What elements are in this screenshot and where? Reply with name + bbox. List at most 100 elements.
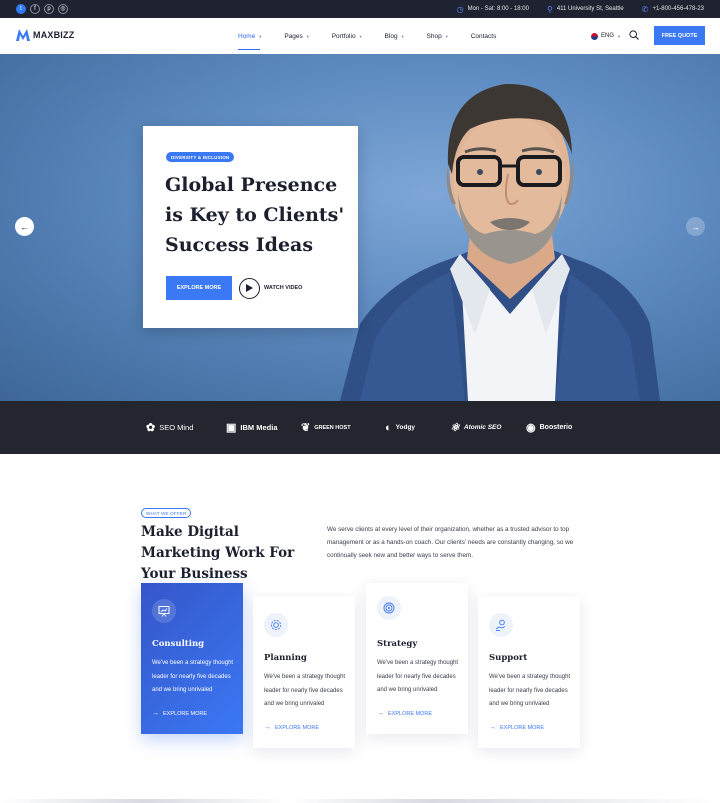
address-info: ⚲ 411 University St, Seattle (547, 5, 624, 14)
language-label: ENG (601, 33, 615, 39)
instagram-icon[interactable]: ◎ (58, 4, 68, 14)
green-host-icon: ❦ (301, 422, 311, 434)
gear-cycle-icon (264, 613, 288, 637)
hours-text: Mon - Sat: 8:00 - 18:00 (467, 6, 529, 12)
phone-info[interactable]: ✆ +1-800-456-478-23 (642, 5, 704, 14)
section-tag: WHAT WE OFFER (141, 508, 192, 518)
brand-ibm-media: ▣ IBM Media (226, 401, 278, 454)
pinterest-icon[interactable]: p (44, 4, 54, 14)
nav-item-label: Blog (384, 32, 398, 40)
nav-item-label: Contacts (470, 32, 497, 40)
hours-info: ◷ Mon - Sat: 8:00 - 18:00 (457, 5, 529, 14)
card-text: We've been a strategy thought leader for… (264, 674, 346, 707)
chevron-down-icon: ▼ (358, 33, 363, 39)
brand-atomic-seo: ⚛ Atomic SEO (450, 401, 501, 454)
phone-text[interactable]: +1-800-456-478-23 (652, 6, 704, 12)
card-explore-more-link[interactable]: → EXPLORE MORE (264, 724, 319, 731)
nav-item-contacts[interactable]: Contacts (471, 18, 497, 54)
social-links: t f p ◎ (16, 4, 68, 14)
main-nav: MAXBIZZ Home ▼ Pages ▼ Portfolio ▼ Blog … (0, 18, 720, 54)
language-selector[interactable]: ENG ▼ (591, 18, 621, 54)
partner-logos-strip: ✿ SEO Mind ▣ IBM Media ❦ GREEN HOST ◐ Yo… (0, 401, 720, 454)
logo[interactable]: MAXBIZZ (16, 29, 74, 41)
free-quote-button[interactable]: FREE QUOTE (654, 26, 705, 45)
watch-video-label: WATCH VIDEO (264, 285, 303, 291)
ibm-media-icon: ▣ (226, 422, 237, 434)
section-divider (0, 799, 720, 803)
location-pin-icon: ⚲ (546, 4, 553, 14)
card-link-label: EXPLORE MORE (275, 724, 320, 731)
page: t f p ◎ ◷ Mon - Sat: 8:00 - 18:00 ⚲ 411 … (0, 0, 720, 803)
nav-item-label: Pages (284, 32, 303, 40)
brand-yodgy: ◐ Yodgy (385, 401, 415, 454)
card-title: Support (489, 653, 528, 663)
logo-icon (16, 29, 30, 41)
nav-item-home[interactable]: Home ▼ (238, 18, 262, 54)
card-text: We've been a strategy thought leader for… (489, 674, 571, 707)
service-card-planning[interactable]: Planning We've been a strategy thought l… (253, 597, 355, 748)
logo-text: MAXBIZZ (33, 30, 75, 40)
brand-name: Boosterio (539, 424, 573, 431)
nav-item-label: Shop (426, 32, 442, 40)
contact-info: ◷ Mon - Sat: 8:00 - 18:00 ⚲ 411 Universi… (457, 5, 704, 14)
hand-money-icon (489, 613, 513, 637)
card-explore-more-link[interactable]: → EXPLORE MORE (489, 724, 544, 731)
hero-card: DIVERSITY & INCLUSION Global Presence is… (143, 126, 358, 328)
hero-explore-more-button[interactable]: EXPLORE MORE (166, 276, 232, 300)
arrow-right-icon: → (264, 724, 271, 731)
next-slide-arrow-icon[interactable]: → (686, 217, 705, 236)
card-link-label: EXPLORE MORE (388, 710, 433, 717)
card-link-label: EXPLORE MORE (163, 710, 208, 717)
chevron-down-icon: ▼ (305, 33, 310, 39)
brand-boosterio: ◉ Boosterio (526, 401, 572, 454)
address-text: 411 University St, Seattle (556, 6, 624, 12)
top-bar: t f p ◎ ◷ Mon - Sat: 8:00 - 18:00 ⚲ 411 … (0, 0, 720, 18)
yodgy-icon: ◐ (385, 421, 392, 434)
service-card-consulting[interactable]: Consulting We've been a strategy thought… (141, 583, 243, 734)
service-card-support[interactable]: Support We've been a strategy thought le… (478, 597, 580, 748)
hero-slider: ← → DIVERSITY & INCLUSION Global Presenc… (0, 54, 720, 401)
card-text: We've been a strategy thought leader for… (152, 660, 234, 693)
section-description: We serve clients at every level of their… (327, 526, 574, 560)
nav-menu: Home ▼ Pages ▼ Portfolio ▼ Blog ▼ Shop ▼… (238, 18, 496, 54)
brand-seo-mind: ✿ SEO Mind (146, 401, 193, 454)
card-title: Strategy (377, 639, 418, 649)
brand-name: GREEN HOST (314, 424, 351, 431)
brand-name: Yodgy (395, 424, 416, 431)
brand-name: SEO Mind (159, 423, 194, 432)
card-explore-more-link[interactable]: → EXPLORE MORE (377, 710, 432, 717)
seo-mind-icon: ✿ (146, 422, 156, 434)
brand-green-host: ❦ GREEN HOST (301, 401, 351, 454)
clock-icon: ◷ (456, 4, 464, 14)
card-title: Consulting (152, 639, 205, 649)
twitter-icon[interactable]: t (16, 4, 26, 14)
nav-item-pages[interactable]: Pages ▼ (284, 18, 309, 54)
service-card-strategy[interactable]: Strategy We've been a strategy thought l… (366, 583, 468, 734)
arrow-right-icon: → (152, 710, 159, 717)
atomic-seo-icon: ⚛ (450, 422, 460, 434)
arrow-right-icon: → (489, 724, 496, 731)
arrow-right-icon: → (377, 710, 384, 717)
card-explore-more-link[interactable]: → EXPLORE MORE (152, 710, 207, 717)
card-title: Planning (264, 653, 307, 663)
nav-item-portfolio[interactable]: Portfolio ▼ (332, 18, 363, 54)
chevron-down-icon: ▼ (617, 33, 621, 39)
us-flag-icon (591, 32, 598, 40)
brand-name: Atomic SEO (463, 424, 502, 431)
chevron-down-icon: ▼ (444, 33, 449, 39)
nav-item-label: Home (238, 32, 256, 40)
watch-video-button[interactable]: WATCH VIDEO (239, 276, 302, 300)
nav-item-blog[interactable]: Blog ▼ (385, 18, 405, 54)
presentation-board-icon (152, 599, 176, 623)
nav-item-shop[interactable]: Shop ▼ (427, 18, 449, 54)
brand-name: IBM Media (240, 423, 278, 432)
hero-title: Global Presence is Key to Clients' Succe… (165, 174, 345, 256)
search-icon[interactable] (629, 30, 639, 40)
chevron-down-icon: ▼ (258, 33, 263, 39)
previous-slide-arrow-icon[interactable]: ← (15, 217, 34, 236)
facebook-icon[interactable]: f (30, 4, 40, 14)
card-link-label: EXPLORE MORE (500, 724, 545, 731)
hero-badge: DIVERSITY & INCLUSION (166, 152, 235, 162)
hero-businessman-image (340, 83, 660, 401)
chevron-down-icon: ▼ (400, 33, 405, 39)
